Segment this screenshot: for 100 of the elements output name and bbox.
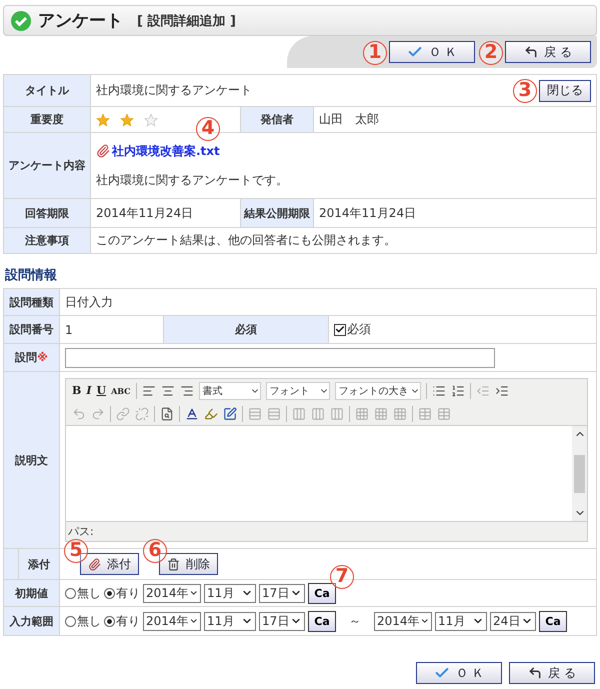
field-label: アンケート内容	[4, 133, 91, 199]
trash-icon	[167, 558, 180, 570]
radio-label: 有り	[116, 584, 140, 602]
callout-number: 7	[330, 564, 354, 588]
check-circle-icon	[10, 10, 32, 32]
toolbar-dropdown[interactable]: フォント	[266, 382, 330, 400]
table-column-icon[interactable]	[311, 406, 325, 420]
edit-icon[interactable]	[223, 406, 237, 420]
table-row-icon[interactable]	[267, 406, 281, 420]
callout-number: 4	[196, 116, 220, 140]
attachment-link[interactable]: 社内環境改善案.txt	[112, 142, 220, 160]
radio-button[interactable]	[104, 588, 115, 598]
date-select[interactable]: 17日	[259, 612, 305, 630]
table-icon[interactable]	[437, 406, 451, 420]
indent-icon[interactable]	[494, 384, 509, 398]
date-select[interactable]: 11月	[435, 612, 487, 630]
unlink-icon[interactable]	[135, 406, 149, 420]
editor-path-label: パス:	[67, 524, 95, 540]
toolbar-dropdown[interactable]: フォントの大き	[334, 382, 421, 400]
sender-name: 山田 太郎	[319, 111, 379, 128]
calendar-button[interactable]: Ca	[539, 610, 567, 632]
ok-button[interactable]: Ｏ Ｋ	[389, 41, 475, 63]
table-column-icon[interactable]	[292, 406, 306, 420]
ok-button[interactable]: Ｏ Ｋ	[416, 662, 502, 684]
radio-button[interactable]	[65, 588, 76, 598]
field-label: 重要度	[4, 107, 91, 133]
attach-button[interactable]: 添付	[80, 553, 139, 575]
format-button[interactable]: I	[86, 384, 92, 397]
field-label: タイトル	[4, 75, 91, 107]
publish-date: 2014年11月24日	[319, 204, 416, 222]
field-label: 入力範囲	[4, 607, 60, 636]
calendar-button[interactable]: Ca	[308, 582, 336, 604]
delete-button[interactable]: 削除	[159, 553, 218, 575]
question-number: 1	[65, 322, 73, 336]
calendar-button[interactable]: Ca	[308, 610, 336, 632]
checkbox-label: 必須	[347, 321, 371, 338]
table-cell-icon[interactable]	[355, 406, 369, 420]
question-type: 日付入力	[65, 294, 113, 310]
page-title: アンケート	[38, 10, 123, 32]
star-icon	[96, 112, 110, 126]
deadline-date: 2014年11月24日	[96, 204, 194, 222]
outdent-icon[interactable]	[476, 384, 490, 398]
field-label: 添付	[19, 549, 60, 580]
field-label: 設問番号	[4, 316, 60, 344]
star-icon	[120, 112, 134, 126]
back-arrow-icon	[528, 666, 542, 680]
page-subtitle: [ 設問詳細追加 ]	[137, 12, 236, 30]
align-left-icon[interactable]	[142, 384, 156, 398]
field-label: 回答期限	[4, 199, 91, 228]
table-row-icon[interactable]	[248, 406, 262, 420]
survey-description: 社内環境に関するアンケートです。	[96, 172, 288, 188]
star-icon	[144, 112, 158, 126]
align-right-icon[interactable]	[180, 384, 194, 398]
callout-number: 1	[363, 41, 387, 65]
notice-text: このアンケート結果は、他の回答者にも公開されます。	[96, 232, 396, 249]
format-button[interactable]: ABC	[111, 386, 131, 396]
survey-title: 社内環境に関するアンケート	[96, 82, 252, 99]
close-button[interactable]: 閉じる	[539, 80, 591, 102]
date-select[interactable]: 11月	[204, 584, 256, 602]
text-color-icon[interactable]	[185, 406, 199, 420]
callout-number: 3	[513, 78, 537, 102]
toolbar-dropdown[interactable]: 書式	[198, 382, 261, 400]
field-label: 説明文	[4, 372, 60, 549]
back-button[interactable]: 戻 る	[509, 662, 595, 684]
table-column-icon[interactable]	[330, 406, 344, 420]
section-heading: 設問情報	[5, 267, 58, 284]
date-select[interactable]: 2014年	[374, 612, 432, 630]
range-separator: ～	[349, 612, 361, 630]
field-label: 注意事項	[4, 228, 91, 254]
question-input[interactable]	[65, 348, 495, 368]
radio-button[interactable]	[65, 616, 76, 626]
align-center-icon[interactable]	[160, 384, 175, 398]
field-label: 設問種類	[4, 289, 60, 316]
radio-button[interactable]	[104, 616, 115, 626]
field-label: 設問※	[4, 344, 60, 372]
undo-icon[interactable]	[72, 406, 86, 420]
highlight-icon[interactable]	[204, 406, 218, 420]
redo-icon[interactable]	[91, 406, 105, 420]
format-button[interactable]: B	[72, 384, 82, 397]
date-select[interactable]: 2014年	[143, 612, 201, 630]
callout-number: 2	[479, 41, 503, 65]
table-cell-icon[interactable]	[393, 406, 407, 420]
date-select[interactable]: 24日	[490, 612, 536, 630]
table-cell-icon[interactable]	[374, 406, 388, 420]
radio-label: 無し	[77, 584, 101, 602]
radio-label: 有り	[116, 612, 140, 630]
table-icon[interactable]	[418, 406, 432, 420]
field-label: 結果公開期限	[241, 199, 314, 228]
back-button[interactable]: 戻 る	[505, 41, 591, 63]
date-select[interactable]: 2014年	[143, 584, 201, 602]
link-icon[interactable]	[116, 406, 130, 420]
preview-icon[interactable]	[160, 406, 174, 420]
checkbox[interactable]	[334, 324, 346, 336]
paperclip-icon	[88, 558, 101, 570]
date-select[interactable]: 17日	[259, 584, 305, 602]
format-button[interactable]: U	[96, 384, 106, 397]
numbered-list-icon[interactable]	[450, 384, 465, 398]
date-select[interactable]: 11月	[204, 612, 256, 630]
scrollbar-thumb[interactable]	[574, 454, 585, 492]
radio-label: 無し	[77, 612, 101, 630]
